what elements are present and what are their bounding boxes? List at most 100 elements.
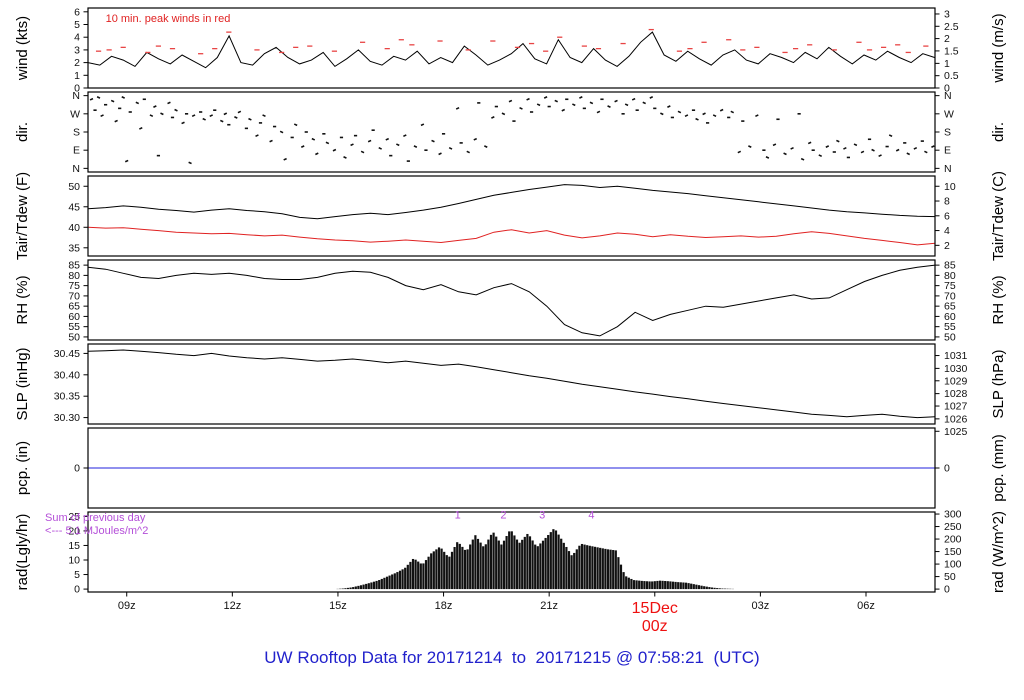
svg-text:80: 80 — [944, 270, 956, 282]
rad-bar — [536, 546, 539, 590]
rad-bar — [450, 551, 454, 590]
rad-bar — [625, 576, 628, 590]
rad-bar — [638, 580, 641, 590]
rad-bar — [690, 583, 693, 590]
dir-mark — [624, 103, 629, 107]
dir-mark — [811, 149, 815, 151]
panel-dir-series — [89, 96, 935, 165]
dir-mark — [219, 119, 224, 123]
rad-bar — [515, 539, 519, 590]
panel-slp-series — [87, 349, 936, 419]
svg-text:0: 0 — [74, 463, 80, 475]
rad-bar — [476, 538, 480, 590]
rad-bar — [534, 544, 537, 590]
dir-mark — [536, 103, 541, 107]
rad-bar — [674, 581, 677, 590]
rad-bar — [372, 581, 376, 590]
rad-bar — [586, 545, 589, 590]
dir-mark — [807, 141, 812, 145]
dir-mark — [279, 130, 284, 134]
rad-bar — [385, 576, 389, 590]
rad-bar — [539, 543, 542, 590]
dir-mark — [888, 134, 893, 138]
rad-bar — [526, 533, 529, 590]
dir-mark — [653, 107, 657, 110]
dir-mark — [712, 114, 717, 118]
rad-bar — [653, 581, 656, 590]
rad-bar — [531, 540, 534, 590]
svg-text:55: 55 — [68, 321, 80, 333]
rad-bar — [466, 549, 469, 590]
svg-text:50: 50 — [944, 571, 956, 583]
svg-text:300: 300 — [944, 509, 962, 521]
rad-bar — [570, 555, 573, 590]
svg-text:55: 55 — [944, 321, 956, 333]
dir-mark — [737, 150, 742, 154]
svg-text:80: 80 — [68, 270, 80, 282]
svg-text:0.5: 0.5 — [944, 70, 959, 82]
rad-bar — [588, 545, 591, 590]
panel-temperature-frame — [87, 175, 936, 257]
dir-mark — [931, 145, 935, 148]
rad-bar — [346, 587, 350, 590]
dir-mark — [431, 139, 435, 143]
svg-text:N: N — [72, 90, 80, 102]
rad-bar — [580, 543, 584, 590]
rad-bar — [630, 578, 633, 590]
rad-bar — [573, 552, 576, 590]
axis-label-left-rad: rad(Lgly/hr) — [14, 514, 31, 591]
rad-bar — [648, 581, 651, 590]
dir-mark — [885, 145, 889, 148]
rad-bar — [651, 581, 654, 590]
panel-temperature-series — [87, 184, 936, 246]
svg-text:1: 1 — [944, 58, 950, 70]
panel-rh-y-axis-left: 5055606570758085 — [68, 260, 88, 343]
dir-mark — [174, 108, 178, 112]
dir-mark — [846, 156, 850, 159]
dir-mark — [719, 108, 724, 112]
dir-mark — [300, 145, 305, 148]
axis-label-left-wind: wind (kts) — [14, 16, 31, 81]
dir-mark — [167, 101, 171, 105]
dir-mark — [406, 160, 410, 162]
rad-bar — [560, 538, 563, 590]
dir-mark — [526, 97, 530, 101]
dir-mark — [755, 114, 759, 118]
rad-bar — [664, 580, 667, 590]
svg-text:1.5: 1.5 — [944, 45, 959, 57]
rad-bar — [632, 580, 636, 590]
svg-text:6: 6 — [74, 6, 80, 18]
svg-text:E: E — [73, 145, 80, 157]
dir-mark — [871, 148, 875, 152]
rad-bar — [705, 586, 708, 590]
x-tick-label: 06z — [857, 600, 875, 612]
meteogram-page: 0 1 2 3 4 5 6 0 0.5 1 1.5 2 2.5 3 wind (kts) wind (m/s)… — [0, 0, 1024, 700]
dir-mark — [727, 116, 731, 119]
rad-bar — [679, 582, 682, 590]
axis-label-right-wind: wind (m/s) — [990, 13, 1007, 83]
svg-text:30.30: 30.30 — [54, 412, 80, 424]
annotation-rad: 4 — [588, 510, 594, 522]
dir-mark — [413, 145, 418, 148]
panel-rad-y-axis-right: 050100150200250300 — [935, 509, 962, 596]
dir-mark — [691, 109, 696, 111]
axis-label-left-rh: RH (%) — [14, 275, 31, 324]
svg-text:S: S — [944, 127, 951, 139]
panel-wind: 0123456 00.511.522.53 wind (kts) wind (m/s)… — [14, 6, 1007, 94]
dir-mark — [153, 105, 157, 108]
rad-bar — [565, 546, 568, 590]
x-axis: 09z 12z 15z 18z 21z 15Dec00z 03z 06z — [118, 592, 875, 635]
dir-mark — [396, 143, 400, 147]
panel-rad-series — [336, 529, 734, 590]
rad-bar — [562, 542, 565, 590]
rad-bar — [669, 581, 672, 590]
rad-bar — [344, 588, 347, 590]
dir-mark — [184, 113, 189, 115]
rad-bar — [677, 582, 680, 590]
rad-bar — [604, 548, 607, 590]
svg-text:30.35: 30.35 — [54, 391, 80, 403]
rad-bar — [554, 530, 558, 590]
svg-text:200: 200 — [944, 534, 962, 546]
rad-bar — [687, 583, 690, 590]
svg-text:1: 1 — [74, 70, 80, 82]
